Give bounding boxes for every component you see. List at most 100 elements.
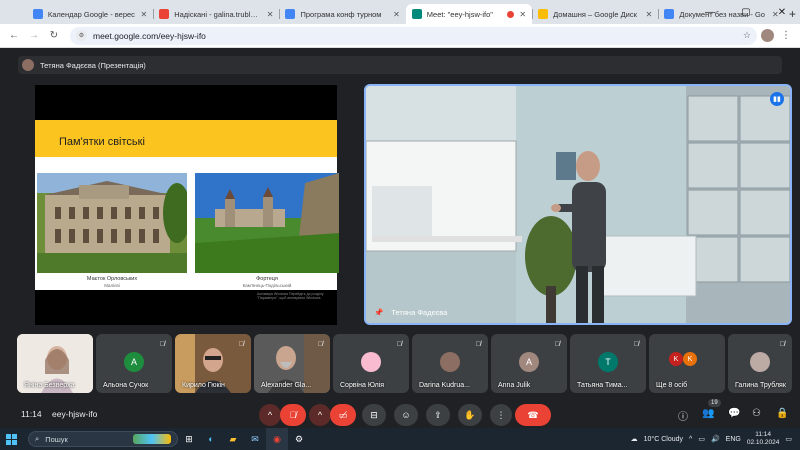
participant-tile[interactable]: 🎙̸ A Anna Julik: [491, 334, 567, 393]
participant-name: Anna Julik: [498, 382, 531, 389]
tab-strip: Календар Google - верес ✕ Надіскані - gal…: [0, 0, 800, 24]
browser-tab-calendar[interactable]: Календар Google - верес ✕: [27, 4, 153, 24]
volume-icon[interactable]: 🔊: [711, 435, 720, 443]
search-highlight-image: [133, 434, 171, 444]
window-controls: — ▢ ✕: [692, 0, 800, 24]
participant-tile[interactable]: 🎙̸ Кирило Гюкін: [175, 334, 251, 393]
participant-tile[interactable]: 🎙̸ Darina Kudrua...: [412, 334, 488, 393]
omnibox[interactable]: ⚙ meet.google.com/eey-hjsw-ifo ☆: [70, 26, 757, 45]
start-button[interactable]: [0, 428, 22, 450]
presenter-header-text: Тетяна Фадєєва (Презентація): [40, 60, 146, 70]
browser-tab-meet[interactable]: Meet: "eey-hjsw-ifo" ✕: [405, 4, 533, 24]
search-icon: ⌕: [35, 434, 40, 443]
participant-avatar: [361, 352, 381, 372]
emoji-button[interactable]: ☺: [394, 404, 418, 426]
tab-search-spacer: [0, 4, 27, 24]
edge-icon[interactable]: ◐: [200, 428, 222, 450]
participant-avatar: A: [124, 352, 144, 372]
mic-toggle-button[interactable]: 🎙̸: [280, 404, 306, 426]
leave-call-button[interactable]: ☎: [515, 404, 551, 426]
mail-icon[interactable]: ✉: [244, 428, 266, 450]
more-participants-tile[interactable]: K K Ще 8 осіб: [649, 334, 725, 393]
call-controls: 11:14 eey-hjsw-ifo ^ 🎙̸ ^ ▭̸ ⊟ ☺ ⇪ ✋ ⋮ ☎…: [0, 399, 800, 428]
browser-tab-gmail[interactable]: Надіскані - galina.trublaiev ✕: [153, 4, 279, 24]
maximize-button[interactable]: ▢: [728, 0, 764, 24]
participant-tile[interactable]: 🎙̸ A Альона Сучок: [96, 334, 172, 393]
recording-dot-icon: [507, 10, 515, 18]
file-explorer-icon[interactable]: ▰: [222, 428, 244, 450]
audio-options-button[interactable]: ^: [259, 404, 281, 426]
mic-off-icon: 🎙̸: [779, 341, 785, 348]
site-info-icon[interactable]: ⚙: [76, 30, 87, 41]
mic-off-icon: 🎙̸: [238, 341, 244, 348]
close-window-button[interactable]: ✕: [764, 0, 800, 24]
chrome-icon[interactable]: ◉: [266, 428, 288, 450]
browser-tab-program[interactable]: Програма конф турном ✕: [279, 4, 405, 24]
host-controls-icon[interactable]: 🔒: [776, 408, 788, 419]
participant-avatar: [440, 352, 460, 372]
more-options-button[interactable]: ⋮: [490, 404, 512, 426]
captions-button[interactable]: ⊟: [362, 404, 386, 426]
participant-tile[interactable]: 🎙̸ Яніна Безверха: [17, 334, 93, 393]
participant-avatar: [750, 352, 770, 372]
video-options-button[interactable]: ^: [309, 404, 331, 426]
participant-tile[interactable]: 🎙̸ Сорвіна Юлія: [333, 334, 409, 393]
active-speaker-icon: ▮▮: [770, 92, 784, 106]
profile-avatar[interactable]: [761, 29, 774, 42]
close-tab-icon[interactable]: ✕: [140, 10, 147, 19]
weather-text[interactable]: 10°C Cloudy: [644, 436, 683, 443]
mic-off-icon: 🎙̸: [80, 341, 86, 348]
participant-name: Darina Kudrua...: [419, 382, 470, 389]
gmail-icon: [159, 9, 170, 19]
task-view-icon[interactable]: ⊞: [178, 428, 200, 450]
video-participant-name: Тетяна Фадєєва: [391, 308, 448, 317]
pin-icon[interactable]: 📌: [374, 308, 383, 317]
close-tab-icon[interactable]: ✕: [519, 10, 526, 19]
taskbar-search[interactable]: ⌕ Пошук: [28, 431, 178, 447]
captions-icon: ⊟: [370, 409, 378, 420]
close-tab-icon[interactable]: ✕: [393, 10, 400, 19]
notifications-icon[interactable]: ▭: [785, 435, 792, 443]
activities-icon[interactable]: ⚇: [752, 408, 761, 419]
network-icon[interactable]: ▭: [698, 435, 705, 443]
reload-button[interactable]: ↻: [46, 28, 62, 44]
participant-tile[interactable]: 🎙̸ Alexander Gla...: [254, 334, 330, 393]
slide-title: Пам'ятки світські: [59, 136, 145, 148]
participant-name: Alexander Gla...: [261, 382, 312, 389]
presenter-video-feed: [366, 86, 790, 323]
taskbar-clock[interactable]: 11:14 02.10.2024: [747, 431, 780, 447]
meeting-code: eey-hjsw-ifo: [52, 409, 98, 419]
people-icon[interactable]: 👥: [702, 408, 714, 419]
raise-hand-button[interactable]: ✋: [458, 404, 482, 426]
bookmark-star-icon[interactable]: ☆: [743, 30, 751, 41]
close-tab-icon[interactable]: ✕: [267, 10, 274, 19]
participant-tile[interactable]: 🎙̸ Галина Трубляк: [728, 334, 792, 393]
participant-avatar: K: [683, 352, 697, 366]
browser-tab-drive[interactable]: Домашня – Google Диск ✕: [532, 4, 658, 24]
weather-icon: ☁: [630, 436, 638, 443]
close-tab-icon[interactable]: ✕: [646, 10, 653, 19]
hangup-icon: ☎: [527, 409, 539, 420]
participant-avatar: A: [519, 352, 539, 372]
mic-off-icon: 🎙̸: [554, 341, 560, 348]
menu-kebab-icon[interactable]: ⋮: [778, 28, 794, 44]
presenter-avatar: [22, 59, 34, 71]
video-name-label: 📌 Тетяна Фадєєва: [374, 308, 447, 317]
participant-name: Кирило Гюкін: [182, 382, 225, 389]
minimize-button[interactable]: —: [692, 0, 728, 24]
present-button[interactable]: ⇪: [426, 404, 450, 426]
participant-name: Яніна Безверха: [24, 382, 75, 389]
settings-icon[interactable]: ⚙: [288, 428, 310, 450]
address-toolbar: ← → ↻ ⚙ meet.google.com/eey-hjsw-ifo ☆ ⋮: [0, 24, 800, 48]
search-placeholder: Пошук: [45, 434, 68, 444]
participant-avatar: K: [669, 352, 683, 366]
tray-chevron-icon[interactable]: ^: [689, 436, 692, 443]
forward-button[interactable]: →: [26, 28, 42, 44]
keyboard-lang[interactable]: ENG: [726, 436, 741, 443]
participant-tile[interactable]: 🎙̸ T Татьяна Тима...: [570, 334, 646, 393]
back-button[interactable]: ←: [6, 28, 22, 44]
presenter-video[interactable]: ▮▮ 📌 Тетяна Фадєєва: [364, 84, 792, 325]
camera-toggle-button[interactable]: ▭̸: [330, 404, 356, 426]
info-icon[interactable]: ⓘ: [678, 408, 688, 423]
chat-icon[interactable]: 💬: [728, 408, 740, 419]
